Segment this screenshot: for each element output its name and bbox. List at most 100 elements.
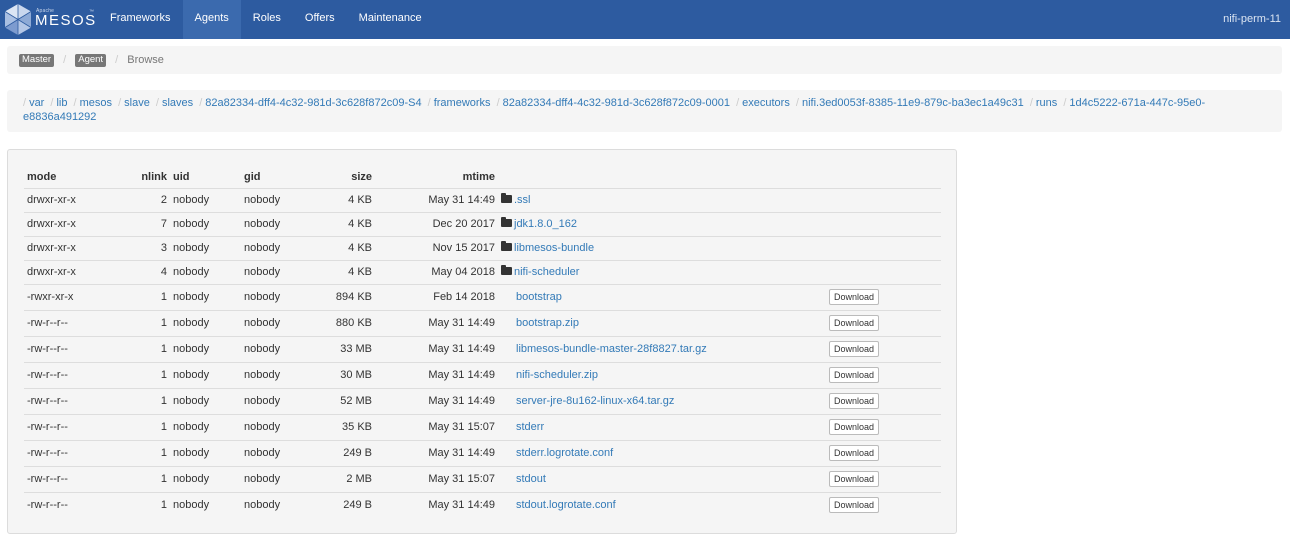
path-segment-link[interactable]: frameworks: [434, 97, 491, 109]
breadcrumb-agent[interactable]: Agent: [75, 54, 107, 67]
cell-actions: Download: [826, 492, 941, 518]
cell-nlink: 1: [97, 466, 170, 493]
cell-mode: drwxr-xr-x: [24, 236, 97, 261]
header-gid[interactable]: gid: [241, 166, 301, 189]
cell-nlink: 1: [97, 362, 170, 389]
download-button[interactable]: Download: [829, 367, 880, 383]
mesos-logo[interactable]: Apache MESOS ™: [0, 0, 98, 39]
nav-agents[interactable]: Agents: [182, 0, 241, 39]
folder-icon: [501, 265, 512, 275]
cell-mode: -rw-r--r--: [24, 362, 97, 389]
breadcrumb-master[interactable]: Master: [19, 54, 55, 67]
cell-uid: nobody: [170, 336, 241, 363]
directory-link[interactable]: libmesos-bundle: [514, 242, 594, 254]
cell-name: stderr: [498, 414, 826, 441]
cell-uid: nobody: [170, 362, 241, 389]
directory-link[interactable]: nifi-scheduler: [514, 266, 579, 278]
cell-uid: nobody: [170, 236, 241, 261]
cell-mtime: May 31 14:49: [428, 499, 495, 512]
cell-actions: Download: [826, 440, 941, 467]
cell-gid: nobody: [241, 466, 301, 493]
nav-roles[interactable]: Roles: [241, 0, 293, 39]
cell-mode: drwxr-xr-x: [24, 212, 97, 237]
file-link[interactable]: stderr: [516, 421, 544, 433]
file-link[interactable]: bootstrap.zip: [516, 317, 579, 329]
directory-link[interactable]: .ssl: [514, 194, 531, 206]
cell-uid: nobody: [170, 414, 241, 441]
cell-actions: Download: [826, 310, 941, 337]
path-segment-link[interactable]: executors: [742, 97, 790, 109]
table-row: -rw-r--r-- 1 nobody nobody 249 B May 31 14:49…: [24, 492, 941, 518]
download-button[interactable]: Download: [829, 315, 880, 331]
cell-size: 249 B: [343, 499, 372, 512]
cell-uid: nobody: [170, 440, 241, 467]
download-button[interactable]: Download: [829, 341, 880, 357]
cell-gid: nobody: [241, 440, 301, 467]
path-segment-link[interactable]: 82a82334-dff4-4c32-981d-3c628f872c09-S4: [205, 97, 421, 109]
path-segment-link[interactable]: mesos: [80, 97, 112, 109]
directory-link[interactable]: jdk1.8.0_162: [514, 218, 577, 230]
cell-nlink: 3: [97, 236, 170, 261]
cell-size: 880 KB: [301, 310, 375, 337]
download-button[interactable]: Download: [829, 497, 880, 514]
cell-nlink: 1: [97, 440, 170, 467]
cell-mtime: May 31 15:07: [375, 466, 498, 493]
cell-name: bootstrap.zip: [498, 310, 826, 337]
file-browser-panel: mode nlink uid gid size mtime drwxr-xr-x…: [7, 149, 957, 534]
cell-mode: -rw-r--r--: [24, 310, 97, 337]
path-segment-link[interactable]: slave: [124, 97, 150, 109]
download-button[interactable]: Download: [829, 471, 880, 487]
path-separator: /: [795, 97, 799, 109]
table-row: drwxr-xr-x 4 nobody nobody 4 KB May 04 2018 ni…: [24, 260, 941, 285]
file-link[interactable]: bootstrap: [516, 291, 562, 303]
path-segment-link[interactable]: 82a82334-dff4-4c32-981d-3c628f872c09-000…: [503, 97, 730, 109]
file-table-body: drwxr-xr-x 2 nobody nobody 4 KB May 31 14:49.…: [24, 188, 941, 518]
cell-name: .ssl: [498, 188, 826, 213]
cell-size: 2 MB: [301, 466, 375, 493]
table-row: -rw-r--r-- 1 nobody nobody 35 KB May 31 15:07…: [24, 414, 941, 441]
table-row: drwxr-xr-x 2 nobody nobody 4 KB May 31 14:49.…: [24, 188, 941, 213]
cell-mtime: May 31 14:49: [375, 388, 498, 415]
path-segment-link[interactable]: nifi.3ed0053f-8385-11e9-879c-ba3ec1a49c3…: [802, 97, 1024, 109]
path-segment-link[interactable]: slaves: [162, 97, 193, 109]
cell-mode: -rw-r--r--: [24, 466, 97, 493]
header-mtime[interactable]: mtime: [375, 166, 498, 189]
path-segment-link[interactable]: runs: [1036, 97, 1057, 109]
cell-size: 30 MB: [301, 362, 375, 389]
nav-offers[interactable]: Offers: [293, 0, 347, 39]
cell-uid: nobody: [170, 284, 241, 311]
file-link[interactable]: libmesos-bundle-master-28f8827.tar.gz: [516, 343, 707, 355]
header-mode[interactable]: mode: [24, 166, 97, 189]
path-segment-link[interactable]: var: [29, 97, 44, 109]
cell-name: nifi-scheduler: [498, 260, 826, 285]
file-link[interactable]: nifi-scheduler.zip: [516, 369, 598, 381]
cell-name: stdout: [498, 466, 826, 493]
cell-nlink: 7: [97, 212, 170, 237]
cell-actions: Download: [826, 362, 941, 389]
nav-maintenance[interactable]: Maintenance: [347, 0, 434, 39]
download-button[interactable]: Download: [829, 419, 880, 435]
cell-mode: drwxr-xr-x: [24, 260, 97, 285]
file-link[interactable]: stdout: [516, 473, 546, 485]
file-link[interactable]: stderr.logrotate.conf: [516, 447, 613, 459]
file-link[interactable]: server-jre-8u162-linux-x64.tar.gz: [516, 395, 674, 407]
cell-gid: nobody: [244, 499, 281, 512]
path-separator: /: [427, 97, 431, 109]
header-nlink[interactable]: nlink: [97, 166, 170, 189]
cell-mtime: May 31 14:49: [375, 188, 498, 213]
nav-frameworks[interactable]: Frameworks: [98, 0, 183, 39]
path-segment-link[interactable]: lib: [56, 97, 67, 109]
cell-size: 4 KB: [301, 188, 375, 213]
header-actions: [826, 166, 941, 189]
download-button[interactable]: Download: [829, 445, 880, 461]
cell-nlink: 4: [97, 260, 170, 285]
cell-size: 894 KB: [301, 284, 375, 311]
download-button[interactable]: Download: [829, 393, 880, 409]
header-size[interactable]: size: [301, 166, 375, 189]
cell-uid: nobody: [173, 499, 210, 512]
cell-mtime: May 04 2018: [375, 260, 498, 285]
file-link[interactable]: stdout.logrotate.conf: [516, 499, 616, 511]
download-button[interactable]: Download: [829, 289, 880, 305]
cell-mode: -rw-r--r--: [24, 440, 97, 467]
header-uid[interactable]: uid: [170, 166, 241, 189]
